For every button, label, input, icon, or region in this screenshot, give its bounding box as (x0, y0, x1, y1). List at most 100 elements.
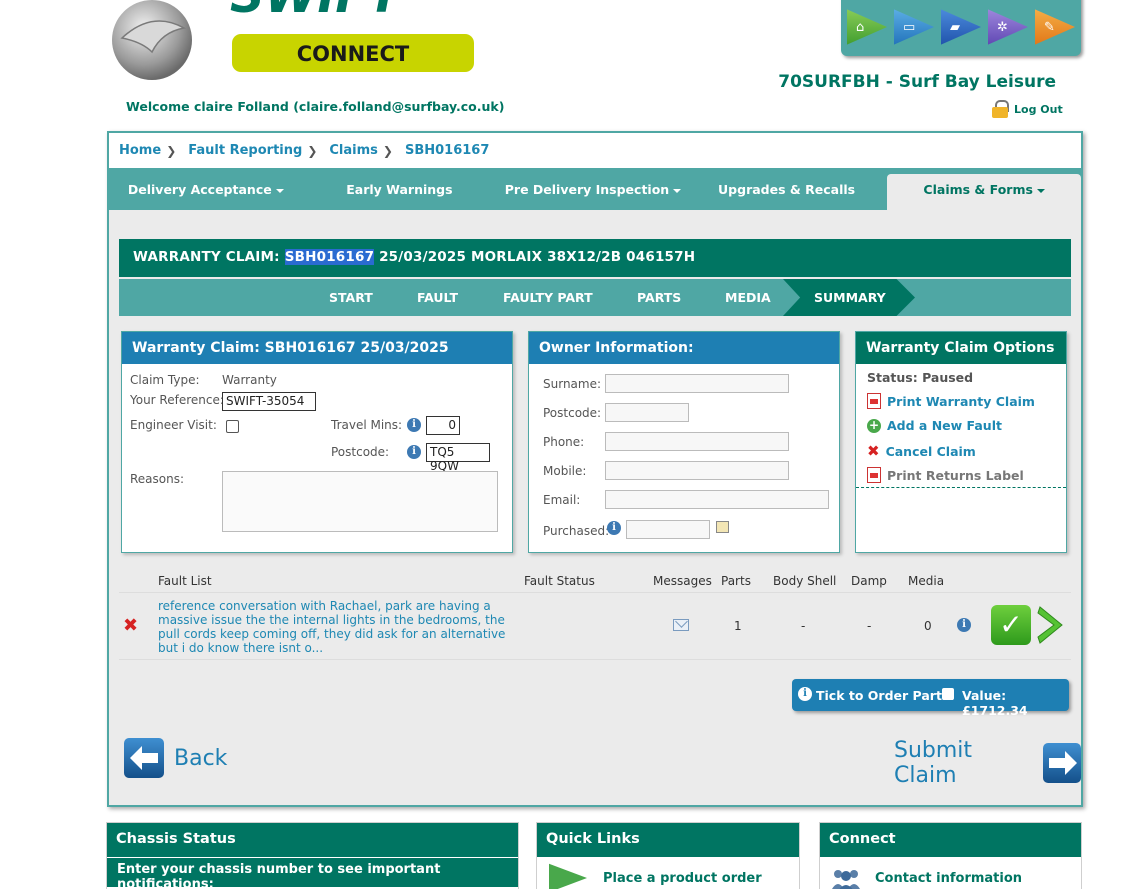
lock-icon (992, 100, 1009, 118)
step-parts[interactable]: PARTS (637, 290, 681, 305)
breadcrumb-home[interactable]: Home ❯ (119, 143, 176, 158)
postcode-input[interactable]: TQ5 9QW (426, 443, 490, 473)
info-icon[interactable]: i (407, 445, 421, 459)
order-value: Value: £1712.34 (962, 688, 1028, 718)
message-envelope-icon[interactable] (673, 619, 689, 631)
add-new-fault-link[interactable]: + Add a New Fault (867, 418, 1002, 433)
fault-parts-count: 1 (734, 619, 742, 633)
breadcrumb-current[interactable]: SBH016167 (405, 143, 489, 158)
print-returns-label-link[interactable]: Print Returns Label (867, 467, 1024, 483)
connect-box: Connect Contact information (819, 822, 1082, 889)
truck-icon[interactable]: ▰ (941, 9, 981, 45)
surname-input[interactable] (605, 374, 789, 393)
delete-fault-icon[interactable]: ✖ (123, 615, 138, 636)
owner-panel-title: Owner Information: (529, 332, 839, 364)
step-summary[interactable]: SUMMARY (783, 279, 915, 316)
connect-title: Connect (820, 823, 1081, 857)
order-parts-checkbox[interactable] (942, 688, 954, 700)
engineer-visit-checkbox[interactable] (226, 420, 239, 433)
swift-connect-logo: SWIFT CONNECT (112, 0, 474, 80)
chevron-right-icon: ❯ (166, 143, 177, 158)
wizard-steps: START FAULT FAULTY PART PARTS MEDIA SUMM… (119, 279, 1071, 316)
logo-connect: CONNECT (297, 42, 410, 66)
claim-type-label: Claim Type: (130, 373, 200, 387)
divider (856, 487, 1066, 488)
info-icon[interactable]: i (957, 618, 971, 632)
add-icon: + (867, 417, 881, 433)
owner-information-panel: Owner Information: Surname: Postcode: Ph… (528, 331, 840, 553)
phone-input[interactable] (605, 432, 789, 451)
claim-panel-title: Warranty Claim: SBH016167 25/03/2025 (122, 332, 512, 364)
tab-early-warnings[interactable]: Early Warnings (303, 169, 497, 210)
laptop-icon[interactable]: ▭ (894, 9, 934, 45)
info-icon[interactable]: i (407, 418, 421, 432)
back-button[interactable]: Back (124, 738, 227, 778)
logout-label: Log Out (1014, 102, 1063, 116)
top-icon-bar: ⌂ ▭ ▰ ✲ ✎ (841, 0, 1081, 56)
quick-links-box: Quick Links Place a product order (536, 822, 800, 889)
fault-description-link[interactable]: reference conversation with Rachael, par… (158, 599, 508, 655)
chevron-right-icon: ❯ (382, 143, 393, 158)
breadcrumb-fault-reporting[interactable]: Fault Reporting ❯ (188, 143, 317, 158)
your-reference-input[interactable]: SWIFT-35054 (222, 392, 316, 411)
info-icon[interactable]: i (798, 687, 812, 701)
logout-link[interactable]: Log Out (992, 100, 1063, 118)
pdf-icon (867, 393, 881, 409)
arrow-left-icon (124, 738, 164, 778)
reasons-textarea[interactable] (222, 471, 498, 532)
main-frame: Home ❯ Fault Reporting ❯ Claims ❯ SBH016167… (107, 131, 1083, 807)
claim-type-value: Warranty (222, 373, 277, 387)
mobile-input[interactable] (605, 461, 789, 480)
caravan-icon[interactable]: ⌂ (847, 9, 887, 45)
welcome-text: Welcome claire Folland (claire.folland@s… (126, 99, 505, 114)
step-media[interactable]: MEDIA (725, 290, 771, 305)
breadcrumb: Home ❯ Fault Reporting ❯ Claims ❯ SBH016167 (109, 133, 1081, 169)
purchased-date-input[interactable] (626, 520, 710, 539)
next-arrow-icon[interactable] (1036, 605, 1064, 645)
info-icon[interactable]: i (607, 521, 621, 535)
caret-down-icon (1036, 188, 1045, 193)
fault-damp: - (867, 619, 872, 633)
main-nav: Delivery Acceptance Early Warnings Pre D… (109, 169, 1081, 210)
travel-mins-input[interactable]: 0 (426, 416, 460, 435)
col-media: Media (908, 574, 945, 588)
your-reference-label: Your Reference: (130, 393, 224, 407)
logo-wordmark: SWIFT (230, 0, 404, 24)
calendar-icon[interactable] (716, 521, 729, 533)
col-damp: Damp (851, 574, 887, 588)
chassis-status-prompt: Enter your chassis number to see importa… (107, 857, 518, 889)
breadcrumb-claims[interactable]: Claims ❯ (329, 143, 393, 158)
tab-claims-forms[interactable]: Claims & Forms (887, 174, 1081, 210)
caravan-icon (549, 863, 587, 889)
options-panel-title: Warranty Claim Options (856, 332, 1066, 364)
contact-information-link[interactable]: Contact information (875, 871, 1022, 886)
cancel-icon: ✖ (867, 442, 880, 460)
gears-icon[interactable]: ✲ (988, 9, 1028, 45)
postcode-label: Postcode: (331, 445, 390, 459)
step-faulty-part[interactable]: FAULTY PART (503, 290, 593, 305)
step-start[interactable]: START (329, 290, 373, 305)
print-warranty-claim-link[interactable]: Print Warranty Claim (867, 393, 1035, 409)
caret-down-icon (275, 188, 284, 193)
submit-claim-button[interactable]: Submit Claim (894, 738, 1081, 788)
approve-check-icon[interactable]: ✓ (991, 605, 1031, 645)
step-fault[interactable]: FAULT (417, 290, 458, 305)
phone-label: Phone: (543, 435, 585, 449)
dealer-name: 70SURFBH - Surf Bay Leisure (778, 72, 1056, 92)
col-messages: Messages (653, 574, 712, 588)
pdf-icon (867, 467, 881, 483)
caret-down-icon (673, 188, 682, 193)
owner-postcode-input[interactable] (605, 403, 689, 422)
tab-pre-delivery-inspection[interactable]: Pre Delivery Inspection (496, 169, 690, 210)
email-label: Email: (543, 493, 581, 507)
tab-upgrades-recalls[interactable]: Upgrades & Recalls (690, 169, 884, 210)
people-icon (832, 870, 860, 889)
cancel-claim-link[interactable]: ✖ Cancel Claim (867, 442, 976, 460)
fault-body-shell: - (801, 619, 806, 633)
tab-delivery-acceptance[interactable]: Delivery Acceptance (109, 169, 303, 210)
col-fault-list: Fault List (158, 574, 212, 588)
place-product-order-link[interactable]: Place a product order (603, 871, 762, 886)
email-input[interactable] (605, 490, 829, 509)
quick-links-title: Quick Links (537, 823, 799, 857)
tools-icon[interactable]: ✎ (1035, 9, 1075, 45)
